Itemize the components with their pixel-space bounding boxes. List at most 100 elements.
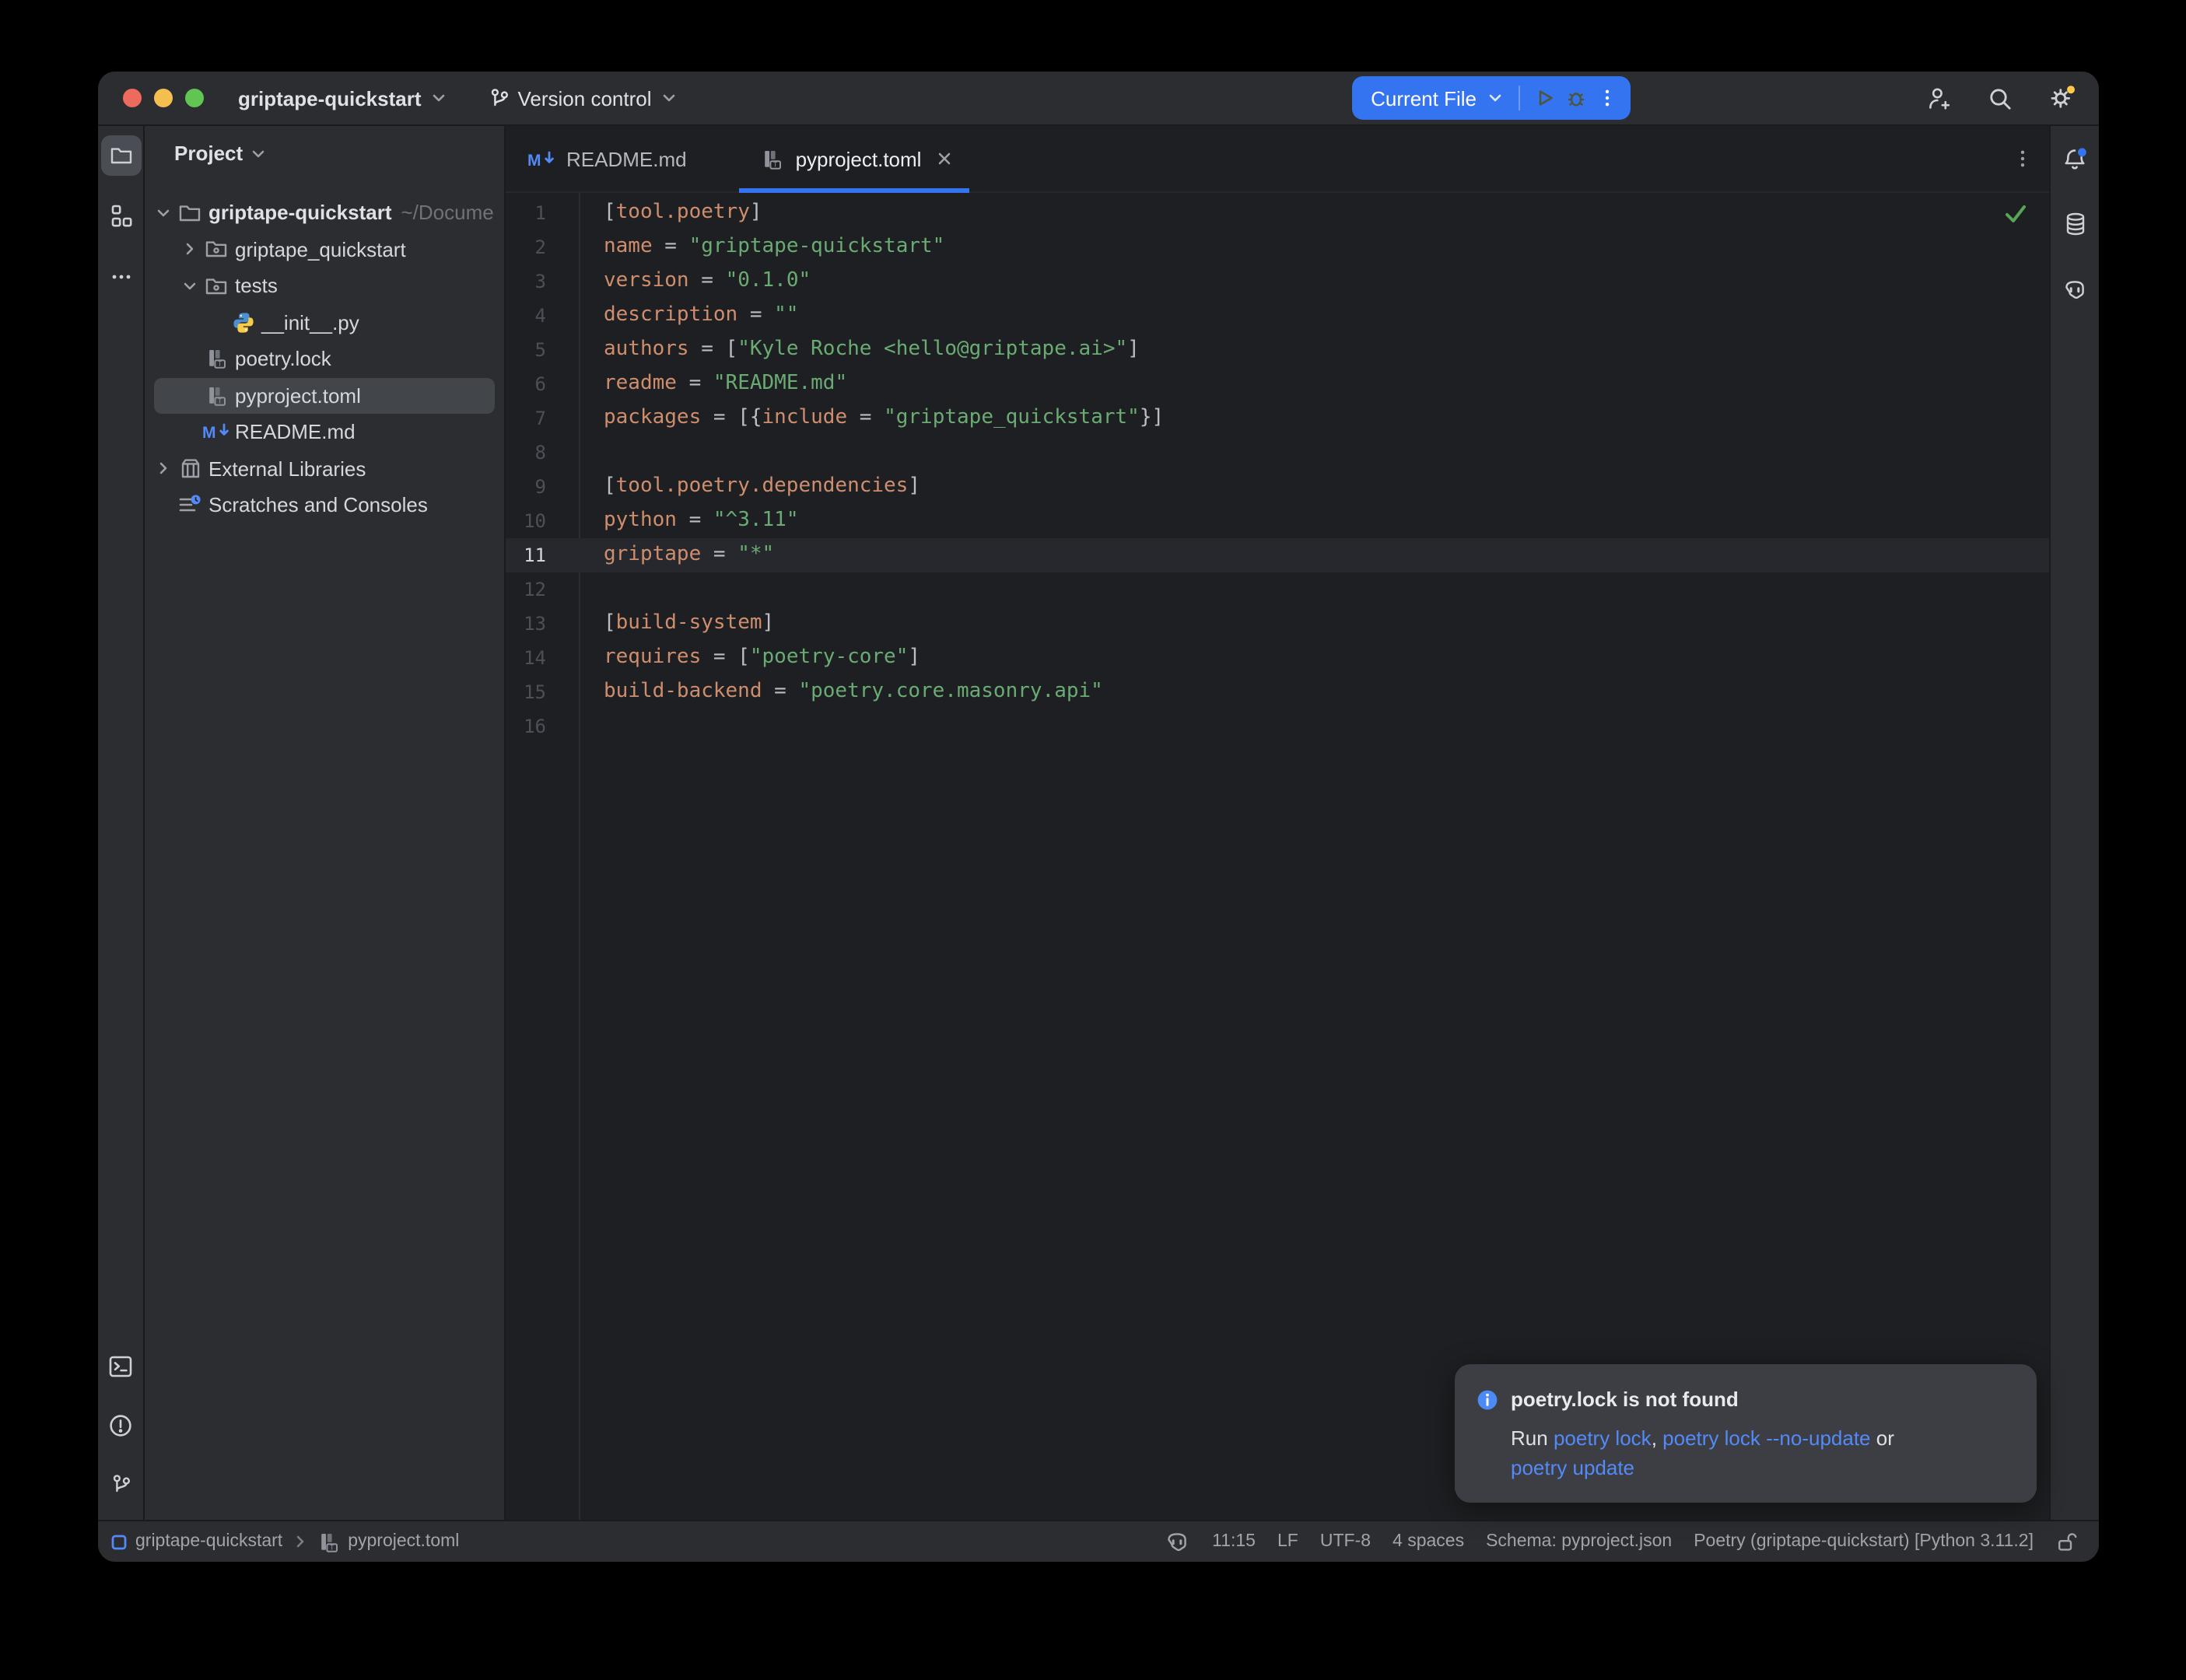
chevron-down-icon[interactable] (177, 277, 202, 296)
code-line-2[interactable]: 2name = "griptape-quickstart" (506, 230, 2049, 264)
tab-readme-md[interactable]: MREADME.md (506, 126, 702, 191)
line-number[interactable]: 13 (506, 607, 546, 641)
version-control-widget[interactable]: Version control (489, 86, 678, 110)
line-number[interactable]: 6 (506, 367, 546, 401)
line-number[interactable]: 8 (506, 436, 546, 470)
database-tool-button[interactable] (2055, 204, 2095, 244)
line-number[interactable]: 7 (506, 401, 546, 436)
project-widget[interactable]: griptape-quickstart (238, 86, 448, 110)
link-poetry-lock[interactable]: poetry lock (1554, 1426, 1652, 1450)
code-line-12[interactable]: 12 (506, 572, 2049, 607)
code-line-7[interactable]: 7packages = [{include = "griptape_quicks… (506, 401, 2049, 436)
tab-options-button[interactable] (2012, 148, 2034, 170)
status-4-spaces[interactable]: 4 spaces (1393, 1532, 1464, 1551)
line-number[interactable]: 16 (506, 709, 546, 744)
search-everywhere-button[interactable] (1987, 85, 2013, 111)
more-tool-windows-button[interactable] (100, 257, 141, 297)
tree-item-griptape-quickstart[interactable]: griptape-quickstart~/Docume (145, 194, 504, 231)
chevron-right-icon[interactable] (177, 240, 202, 259)
close-tab-button[interactable] (935, 149, 954, 168)
code-token: = (677, 372, 713, 395)
code-line-11[interactable]: 11griptape = "*" (506, 538, 2049, 572)
code-line-3[interactable]: 3version = "0.1.0" (506, 264, 2049, 299)
code-line-1[interactable]: 1[tool.poetry] (506, 196, 2049, 230)
code-line-8[interactable]: 8 (506, 436, 2049, 470)
code-line-9[interactable]: 9[tool.poetry.dependencies] (506, 470, 2049, 504)
left-toolbar-top (100, 135, 141, 297)
chevron-down-icon[interactable] (151, 204, 176, 222)
code-line-13[interactable]: 13[build-system] (506, 607, 2049, 641)
markdown-icon: M (527, 149, 555, 169)
tree-item-label: External Libraries (208, 457, 366, 481)
tab-pyproject-toml[interactable]: Tpyproject.toml (740, 126, 970, 191)
tree-item-poetry-lock[interactable]: Tpoetry.lock (145, 341, 504, 377)
code-token: "Kyle Roche <hello@griptape.ai>" (737, 338, 1127, 361)
line-number[interactable]: 1 (506, 196, 546, 230)
code-token: tool.poetry.dependencies (616, 474, 909, 498)
fullscreen-window-button[interactable] (185, 89, 204, 107)
line-number[interactable]: 2 (506, 230, 546, 264)
line-number[interactable]: 14 (506, 641, 546, 675)
tree-item-readme-md[interactable]: MREADME.md (145, 414, 504, 450)
settings-button[interactable] (2048, 84, 2077, 112)
breadcrumb-item-griptape-quickstart[interactable]: griptape-quickstart (110, 1532, 282, 1551)
title-bar-right: Current File (1352, 76, 2099, 120)
tree-item-external-libraries[interactable]: External Libraries (145, 450, 504, 487)
breadcrumb-item-pyproject-toml[interactable]: Tpyproject.toml (317, 1530, 459, 1553)
status-11-15[interactable]: 11:15 (1212, 1532, 1256, 1551)
code-token: requires (604, 646, 701, 669)
terminal-tool-button[interactable] (100, 1346, 141, 1386)
status-poetry-griptape-quickstart-python-3-11-2[interactable]: Poetry (griptape-quickstart) [Python 3.1… (1694, 1532, 2034, 1551)
structure-tool-button[interactable] (100, 196, 141, 236)
copilot-status-icon[interactable] (1164, 1528, 1190, 1555)
tree-item-scratches-and-consoles[interactable]: Scratches and Consoles (145, 487, 504, 523)
code-line-14[interactable]: 14 requires = ["poetry-core"] (506, 641, 2049, 675)
unlock-icon[interactable] (2055, 1530, 2077, 1553)
link-poetry-lock-no-update[interactable]: poetry lock --no-update (1662, 1426, 1870, 1450)
line-number[interactable]: 12 (506, 572, 546, 607)
link-poetry-update[interactable]: poetry update (1511, 1456, 1634, 1479)
chevron-right-icon[interactable] (151, 460, 176, 478)
run-configuration-widget[interactable]: Current File (1352, 76, 1631, 120)
line-number[interactable]: 3 (506, 264, 546, 299)
divider (1519, 86, 1520, 110)
project-tool-button[interactable] (100, 135, 141, 176)
code-token: ] (1127, 338, 1140, 361)
tree-item-pyproject-toml[interactable]: Tpyproject.toml (145, 377, 504, 414)
line-number[interactable]: 9 (506, 470, 546, 504)
code-line-15[interactable]: 15build-backend = "poetry.core.masonry.a… (506, 675, 2049, 709)
line-number[interactable]: 10 (506, 504, 546, 538)
status-lf[interactable]: LF (1277, 1532, 1298, 1551)
line-number[interactable]: 4 (506, 299, 546, 333)
tree-item-griptape-quickstart[interactable]: griptape_quickstart (145, 231, 504, 268)
code-line-16[interactable]: 16 (506, 709, 2049, 744)
code-line-5[interactable]: 5authors = ["Kyle Roche <hello@griptape.… (506, 333, 2049, 367)
debug-button[interactable] (1565, 87, 1587, 109)
code-line-4[interactable]: 4description = "" (506, 299, 2049, 333)
copilot-tool-button[interactable] (2055, 269, 2095, 310)
tree-item-tests[interactable]: tests (145, 268, 504, 304)
version-control-tool-button[interactable] (100, 1464, 141, 1504)
breadcrumb: griptape-quickstart Tpyproject.toml (110, 1530, 459, 1553)
line-number[interactable]: 15 (506, 675, 546, 709)
code-editor[interactable]: 1[tool.poetry]2name = "griptape-quicksta… (506, 193, 2049, 1520)
status-schema-pyproject-json[interactable]: Schema: pyproject.json (1486, 1532, 1672, 1551)
project-panel-header[interactable]: Project (145, 126, 504, 177)
code-with-me-button[interactable] (1926, 85, 1953, 111)
close-window-button[interactable] (123, 89, 142, 107)
line-number[interactable]: 5 (506, 333, 546, 367)
code-line-10[interactable]: 10python = "^3.11" (506, 504, 2049, 538)
tree-item-init-py[interactable]: __init__.py (145, 304, 504, 341)
problems-tool-button[interactable] (100, 1405, 141, 1445)
line-number[interactable]: 11 (506, 538, 546, 572)
code-token: }] (1140, 406, 1164, 429)
more-run-actions-button[interactable] (1596, 87, 1618, 109)
code-line-6[interactable]: 6readme = "README.md" (506, 367, 2049, 401)
run-button[interactable] (1534, 87, 1556, 109)
tree-item-path: ~/Docume (401, 201, 494, 225)
code-text: requires = ["poetry-core"] (604, 641, 920, 675)
status-utf-8[interactable]: UTF-8 (1320, 1532, 1371, 1551)
notifications-button[interactable] (2055, 138, 2095, 179)
minimize-window-button[interactable] (154, 89, 173, 107)
code-lines: 1[tool.poetry]2name = "griptape-quicksta… (506, 193, 2049, 744)
